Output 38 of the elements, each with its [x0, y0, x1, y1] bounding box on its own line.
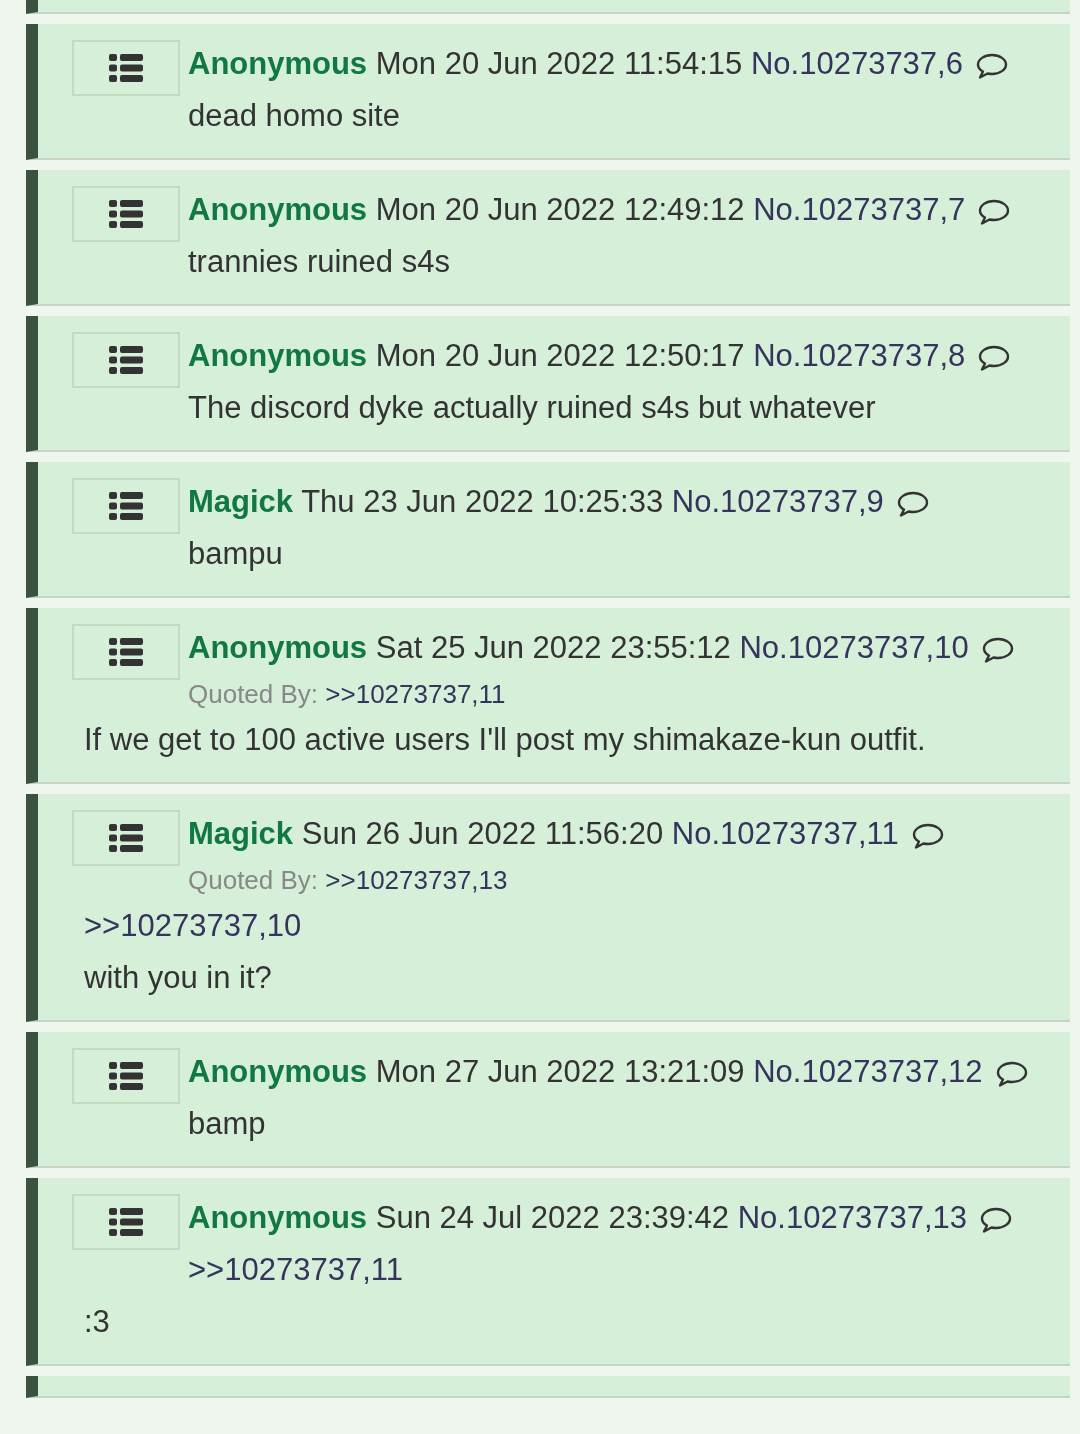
post-text: :3	[84, 1303, 111, 1341]
quoted-by-label: Quoted By:	[188, 679, 319, 709]
post-number-link[interactable]: No.10273737,8	[753, 338, 966, 373]
poster-name: Magick	[188, 816, 294, 851]
post-text: dead homo site	[187, 97, 401, 135]
post-date: Sat 25 Jun 2022 23:55:12	[375, 630, 731, 665]
poster-name: Anonymous	[188, 46, 368, 81]
post-text: with you in it?	[84, 959, 273, 997]
post-date: Sun 24 Jul 2022 23:39:42	[375, 1200, 730, 1235]
poster-name: Anonymous	[188, 1200, 368, 1235]
quote-link[interactable]: >>10273737,10	[84, 900, 1050, 952]
poster-name: Anonymous	[188, 1054, 368, 1089]
poster-name: Magick	[188, 484, 294, 519]
post-date: Mon 20 Jun 2022 11:54:15	[375, 46, 743, 81]
post-date: Sun 26 Jun 2022 11:56:20	[301, 816, 664, 851]
quoted-by-label: Quoted By:	[188, 865, 319, 895]
poster-name: Anonymous	[188, 338, 368, 373]
post-date: Mon 20 Jun 2022 12:49:12	[375, 192, 745, 227]
post-text: bampu	[187, 535, 284, 573]
post-number-link[interactable]: No.10273737,6	[750, 46, 963, 81]
post-number-link[interactable]: No.10273737,13	[737, 1200, 967, 1235]
quote-link[interactable]: >>10273737,11	[84, 1244, 1050, 1296]
post-text: bamp	[187, 1105, 267, 1143]
poster-name: Anonymous	[188, 192, 368, 227]
post-date: Mon 20 Jun 2022 12:50:17	[375, 338, 745, 373]
post-number-link[interactable]: No.10273737,10	[739, 630, 969, 665]
quote-link[interactable]: >>10273737,13	[325, 865, 508, 895]
quote-link[interactable]: >>10273737,11	[325, 679, 506, 709]
post-number-link[interactable]: No.10273737,7	[753, 192, 966, 227]
post-number-link[interactable]: No.10273737,11	[671, 816, 899, 851]
post-text: trannies ruined s4s	[187, 243, 451, 281]
poster-name: Anonymous	[188, 630, 368, 665]
post-date: Mon 27 Jun 2022 13:21:09	[375, 1054, 745, 1089]
post-text: The discord dyke actually ruined s4s but whatever	[187, 389, 877, 427]
post-number-link[interactable]: No.10273737,12	[753, 1054, 983, 1089]
post-number-link[interactable]: No.10273737,9	[671, 484, 884, 519]
post-date: Thu 23 Jun 2022 10:25:33	[301, 484, 664, 519]
post-text: If we get to 100 active users I'll post my shimakaze-kun outfit.	[84, 721, 927, 759]
